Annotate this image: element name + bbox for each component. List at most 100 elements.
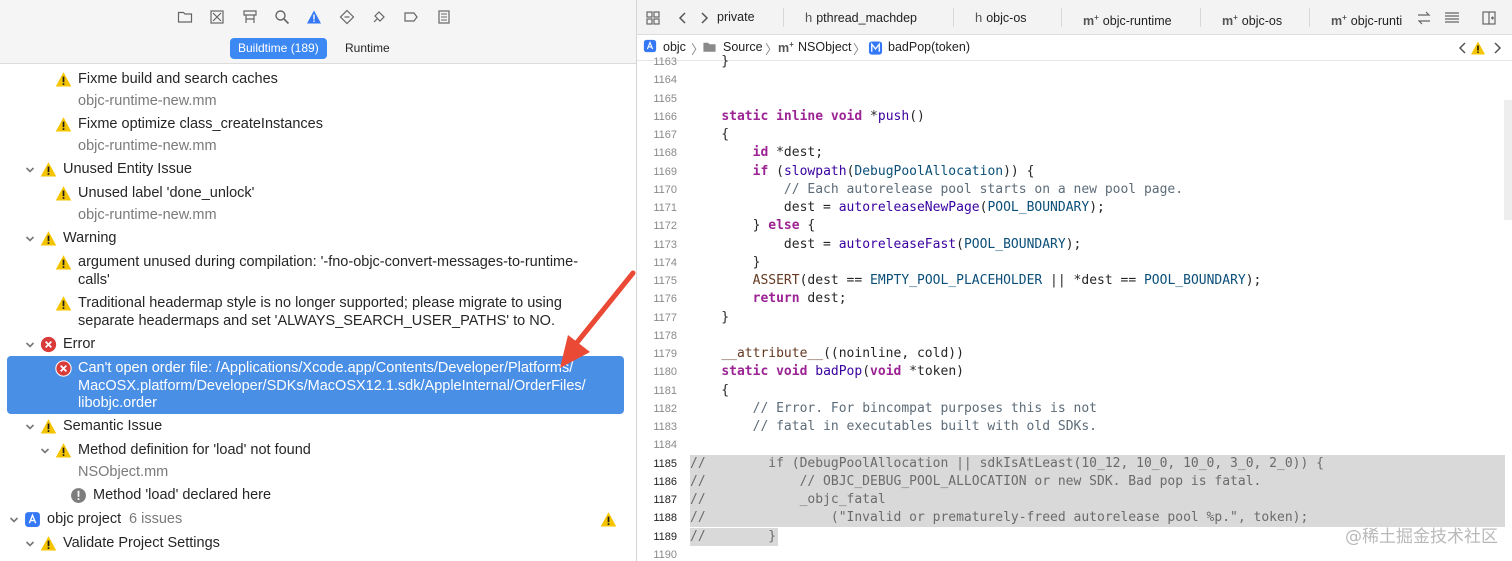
disclosure-chevron-icon[interactable]	[24, 339, 36, 351]
warning-icon[interactable]	[1469, 39, 1487, 57]
test-navigator-icon[interactable]	[338, 8, 356, 26]
line-number: 1178	[653, 329, 677, 342]
issue-message-line: MacOSX.platform/Developer/SDKs/MacOSX12.…	[78, 377, 586, 394]
line-number: 1190	[653, 548, 677, 561]
jump-chevron-icon: 〉	[765, 42, 779, 57]
line-number: 1188	[653, 512, 677, 525]
project-icon	[643, 39, 657, 53]
jump-folder[interactable]: Source	[723, 40, 763, 54]
line-number: 1179	[653, 348, 677, 360]
disclosure-chevron-icon[interactable]	[24, 538, 36, 550]
code-line[interactable]: {	[690, 383, 729, 398]
issue-file-name: objc-runtime-new.mm	[78, 207, 217, 223]
code-line[interactable]: ASSERT(dest == EMPTY_POOL_PLACEHOLDER ||…	[690, 273, 1262, 288]
issue-group-title: Error	[63, 336, 96, 352]
code-line[interactable]: __attribute__((noinline, cold))	[690, 346, 964, 361]
code-line[interactable]: if (slowpath(DebugPoolAllocation)) {	[690, 164, 1035, 179]
editor-tab[interactable]: private	[717, 0, 755, 35]
jump-project[interactable]: objc	[663, 40, 686, 54]
editor-options-icon[interactable]	[1443, 9, 1461, 27]
source-control-icon[interactable]	[208, 8, 226, 26]
code-line[interactable]: // ("Invalid or prematurely-freed autore…	[690, 510, 1308, 525]
tab-separator	[1061, 8, 1062, 27]
line-number: 1177	[653, 311, 677, 324]
tab-label: objc-os	[986, 11, 1027, 25]
editor-tab[interactable]: h pthread_machdep	[805, 0, 917, 35]
objc-file-icon: m+	[1083, 13, 1099, 29]
debug-navigator-icon[interactable]	[370, 8, 388, 26]
code-line[interactable]: // fatal in executables built with old S…	[690, 419, 1097, 434]
line-number: 1166	[653, 110, 677, 123]
code-line[interactable]: } else {	[690, 218, 816, 233]
line-number: 1164	[653, 74, 677, 87]
forward-chevron-icon[interactable]	[695, 9, 713, 27]
line-number: 1175	[653, 275, 677, 287]
jump-symbol[interactable]: badPop(token)	[888, 40, 970, 54]
issue-message-line: calls'	[78, 271, 110, 288]
warning-icon	[55, 254, 72, 271]
tab-label: objc-runtime	[1102, 14, 1172, 29]
line-number: 1183	[653, 421, 677, 433]
editor-tab[interactable]: m+ objc-runti	[1331, 0, 1402, 35]
code-line[interactable]: }	[690, 54, 729, 69]
issue-message: Method definition for 'load' not found	[78, 442, 311, 458]
search-icon[interactable]	[273, 8, 291, 26]
disclosure-chevron-icon[interactable]	[24, 164, 36, 176]
code-line[interactable]: dest = autoreleaseFast(POOL_BOUNDARY);	[690, 237, 1081, 252]
buildtime-scope-button[interactable]: Buildtime (189)	[230, 38, 327, 59]
source-editor[interactable]: 1163 } 1164 1165 1166 static inline void *p…	[637, 54, 1512, 561]
code-line[interactable]: // if (DebugPoolAllocation || sdkIsAtLea…	[690, 456, 1324, 471]
code-line[interactable]: // Each autorelease pool starts on a new…	[690, 182, 1183, 197]
grid-icon[interactable]	[644, 9, 662, 27]
disclosure-chevron-icon[interactable]	[8, 514, 20, 526]
code-line[interactable]: }	[690, 255, 761, 270]
tab-separator	[953, 8, 954, 27]
minimap[interactable]	[1504, 100, 1512, 220]
editor-tab[interactable]: h objc-os	[975, 0, 1027, 35]
editor-tab-bar: private h pthread_machdep h objc-os m+ objc-ru…	[637, 0, 1512, 35]
code-line[interactable]: // // OBJC_DEBUG_POOL_ALLOCATION or new …	[690, 474, 1261, 489]
warning-icon	[40, 535, 57, 552]
line-number: 1169	[653, 165, 677, 178]
code-line[interactable]: // _objc_fatal	[690, 492, 886, 507]
jump-chevron-icon: 〉	[853, 42, 867, 57]
warning-icon	[40, 161, 57, 178]
code-line[interactable]: static void badPop(void *token)	[690, 364, 964, 379]
swap-arrows-icon[interactable]	[1415, 9, 1433, 27]
code-line[interactable]: dest = autoreleaseNewPage(POOL_BOUNDARY)…	[690, 200, 1105, 215]
line-number: 1176	[653, 293, 677, 306]
tab-separator	[1200, 8, 1201, 27]
back-chevron-icon[interactable]	[674, 9, 692, 27]
line-number: 1167	[653, 129, 677, 141]
disclosure-chevron-icon[interactable]	[24, 233, 36, 245]
line-number: 1189	[653, 530, 677, 543]
code-line[interactable]: {	[690, 127, 729, 142]
code-line[interactable]: return dest;	[690, 291, 847, 306]
symbol-navigator-icon[interactable]	[241, 8, 259, 26]
add-editor-icon[interactable]	[1480, 9, 1498, 27]
jump-file[interactable]: NSObject	[798, 40, 852, 54]
code-line[interactable]: // Error. For bincompat purposes this is…	[690, 401, 1097, 416]
line-number: 1171	[653, 202, 677, 214]
code-line[interactable]: // }	[690, 529, 776, 544]
warning-icon	[600, 511, 617, 528]
code-line[interactable]: }	[690, 310, 729, 325]
disclosure-chevron-icon[interactable]	[24, 421, 36, 433]
folder-icon[interactable]	[176, 8, 194, 26]
code-line[interactable]: id *dest;	[690, 145, 823, 160]
report-navigator-icon[interactable]	[435, 8, 453, 26]
breakpoint-navigator-icon[interactable]	[402, 8, 420, 26]
issue-file-name: NSObject.mm	[78, 464, 169, 480]
issue-navigator-icon[interactable]	[305, 8, 323, 26]
issue-message: Fixme optimize class_createInstances	[78, 116, 323, 132]
objc-file-icon: m+	[1222, 13, 1238, 29]
next-issue-icon[interactable]	[1488, 39, 1506, 57]
line-number: 1163	[653, 56, 677, 68]
editor-tab[interactable]: m+ objc-runtime	[1083, 0, 1172, 35]
runtime-scope-button[interactable]: Runtime	[337, 38, 398, 59]
editor-tab[interactable]: m+ objc-os	[1222, 0, 1282, 35]
disclosure-chevron-icon[interactable]	[39, 445, 51, 457]
code-line[interactable]: static inline void *push()	[690, 109, 925, 124]
warning-icon	[55, 116, 72, 133]
issue-group-title: Warning	[63, 230, 117, 246]
